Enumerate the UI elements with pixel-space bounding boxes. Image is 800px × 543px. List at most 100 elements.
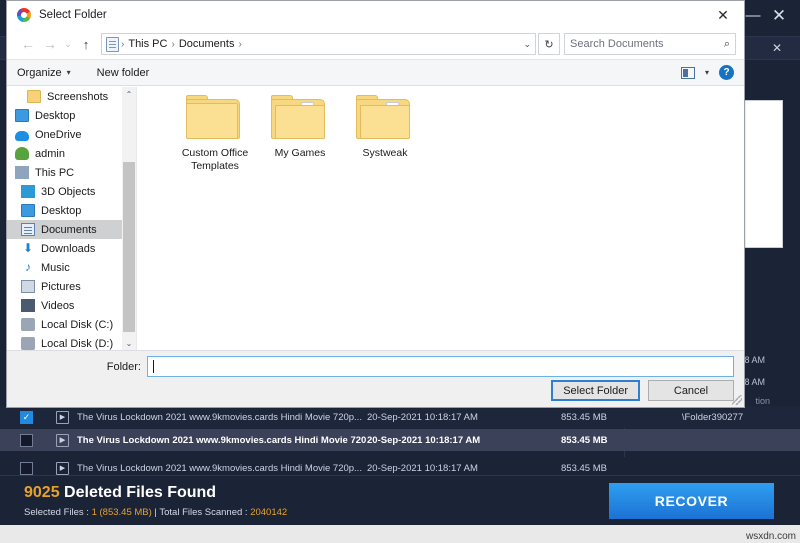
video-file-icon: ▶ (56, 410, 69, 424)
sidebar-item-local-disk-c[interactable]: Local Disk (C:) (7, 315, 136, 334)
panel-partial-label-2: tion (755, 396, 770, 406)
row-size: 853.45 MB (561, 462, 607, 474)
sidebar-item-label: Local Disk (C:) (41, 318, 114, 331)
folder-icon (186, 95, 244, 141)
subbar-close-icon[interactable]: ✕ (772, 41, 782, 55)
chevron-down-icon: ▾ (66, 68, 71, 77)
music-icon: ♪ (25, 260, 31, 274)
table-row[interactable]: ✓ ▶ The Virus Lockdown 2021 www.9kmovies… (0, 406, 800, 428)
chevron-down-icon[interactable]: ▾ (705, 68, 709, 77)
sidebar-item-admin[interactable]: admin (7, 144, 136, 163)
sidebar-item-videos[interactable]: Videos (7, 296, 136, 315)
sidebar-item-onedrive[interactable]: OneDrive (7, 125, 136, 144)
app-close-icon[interactable]: ✕ (766, 2, 792, 28)
navigation-pane-scrollbar[interactable]: ⌃ ⌄ (122, 87, 136, 350)
close-icon[interactable]: ✕ (702, 1, 744, 29)
row-checkbox[interactable] (20, 433, 33, 447)
sidebar-item-desktop-2[interactable]: Desktop (7, 201, 136, 220)
sidebar-item-label: 3D Objects (41, 185, 96, 198)
table-row[interactable]: ▶ The Virus Lockdown 2021 www.9kmovies.c… (0, 429, 800, 451)
breadcrumb-trailing-separator: › (238, 38, 242, 50)
watermark-text: wsxdn.com (745, 531, 796, 542)
dialog-buttons: Select Folder Cancel (551, 380, 734, 401)
selected-files-prefix: Selected Files : (24, 507, 92, 518)
chevron-down-icon[interactable]: ⌄ (523, 39, 531, 50)
row-date: 20-Sep-2021 10:18:17 AM (367, 462, 478, 474)
recent-locations-icon[interactable]: ⌄ (61, 33, 75, 55)
selected-files-summary: Selected Files : 1 (853.45 MB) | Total F… (24, 507, 287, 518)
sidebar-item-label: Screenshots (47, 90, 109, 103)
file-list-pane[interactable]: Custom Office Templates My Games Systwea… (137, 87, 744, 350)
scroll-up-icon[interactable]: ⌃ (122, 87, 136, 101)
folder-field-row: Folder: (7, 356, 734, 377)
onedrive-icon (15, 130, 29, 141)
help-icon[interactable]: ? (719, 65, 734, 80)
sidebar-item-documents[interactable]: Documents (7, 220, 136, 239)
dialog-body: Screenshots Desktop OneDrive admin This … (7, 87, 744, 350)
disk-icon (21, 318, 35, 331)
recover-button[interactable]: RECOVER (609, 483, 774, 519)
forward-icon[interactable]: → (39, 33, 61, 55)
desktop-icon (21, 204, 35, 217)
list-item[interactable]: Systweak (335, 95, 435, 160)
breadcrumb-documents[interactable]: Documents (175, 38, 239, 50)
3d-objects-icon (21, 185, 35, 198)
resize-grip[interactable] (732, 395, 742, 405)
summary-separator: | Total Files Scanned : (151, 507, 251, 518)
dialog-toolbar: Organize ▾ New folder ▾ ? (7, 59, 744, 86)
organize-button[interactable]: Organize ▾ (17, 67, 71, 79)
sidebar-item-downloads[interactable]: ⬇ Downloads (7, 239, 136, 258)
status-bar: 9025 Deleted Files Found Selected Files … (0, 475, 800, 525)
new-folder-button[interactable]: New folder (97, 67, 150, 79)
row-size: 853.45 MB (561, 434, 608, 446)
systweak-logo-icon (17, 8, 31, 22)
scrollbar-thumb[interactable] (123, 162, 135, 332)
sidebar-item-label: Desktop (41, 204, 82, 217)
list-item-label: Systweak (362, 147, 408, 159)
user-icon (15, 147, 29, 160)
breadcrumb-this-pc[interactable]: This PC (124, 38, 171, 50)
row-filename: The Virus Lockdown 2021 www.9kmovies.car… (77, 434, 367, 446)
disk-icon (21, 337, 35, 350)
documents-icon (21, 223, 35, 236)
scroll-down-icon[interactable]: ⌄ (122, 336, 136, 350)
back-icon[interactable]: ← (17, 33, 39, 55)
sidebar-item-screenshots[interactable]: Screenshots (7, 87, 136, 106)
sidebar-item-pictures[interactable]: Pictures (7, 277, 136, 296)
folder-icon (271, 95, 329, 141)
pictures-icon (21, 280, 35, 293)
cancel-button[interactable]: Cancel (648, 380, 734, 401)
pc-icon (15, 166, 29, 179)
sidebar-item-this-pc[interactable]: This PC (7, 163, 136, 182)
search-placeholder: Search Documents (570, 38, 664, 50)
search-input[interactable]: Search Documents ⌕ (564, 33, 736, 55)
sidebar-item-label: admin (35, 147, 65, 160)
sidebar-item-label: Downloads (41, 242, 96, 255)
sidebar-item-label: Documents (41, 223, 97, 236)
sidebar-item-label: Music (41, 261, 70, 274)
row-date: 20-Sep-2021 10:18:17 AM (367, 411, 478, 423)
video-file-icon: ▶ (56, 461, 69, 475)
row-filename: The Virus Lockdown 2021 www.9kmovies.car… (77, 462, 362, 474)
address-bar[interactable]: › This PC › Documents › ⌄ (101, 33, 536, 55)
folder-input[interactable] (147, 356, 734, 377)
sidebar-item-3d-objects[interactable]: 3D Objects (7, 182, 136, 201)
view-layout-icon[interactable] (680, 66, 695, 79)
sidebar-item-local-disk-d[interactable]: Local Disk (D:) (7, 334, 136, 350)
dialog-footer: Folder: Select Folder Cancel (7, 350, 744, 407)
deleted-files-label: Deleted Files Found (64, 484, 217, 501)
row-checkbox[interactable] (20, 461, 33, 475)
select-folder-button[interactable]: Select Folder (551, 380, 640, 401)
refresh-icon[interactable]: ↻ (538, 33, 560, 55)
toolbar-right-group: ▾ ? (680, 65, 734, 80)
sidebar-item-music[interactable]: ♪ Music (7, 258, 136, 277)
row-date: 20-Sep-2021 10:18:17 AM (367, 434, 481, 446)
sidebar-item-desktop[interactable]: Desktop (7, 106, 136, 125)
selected-files-value: 1 (853.45 MB) (91, 507, 152, 518)
search-icon[interactable]: ⌕ (724, 38, 730, 51)
row-checkbox[interactable]: ✓ (20, 410, 33, 424)
navigation-bar: ← → ⌄ ↑ › This PC › Documents › ⌄ ↻ Sear… (7, 29, 744, 59)
select-folder-dialog: Select Folder ✕ ← → ⌄ ↑ › This PC › Docu… (6, 0, 745, 408)
watermark-strip (0, 525, 800, 543)
up-icon[interactable]: ↑ (75, 33, 97, 55)
